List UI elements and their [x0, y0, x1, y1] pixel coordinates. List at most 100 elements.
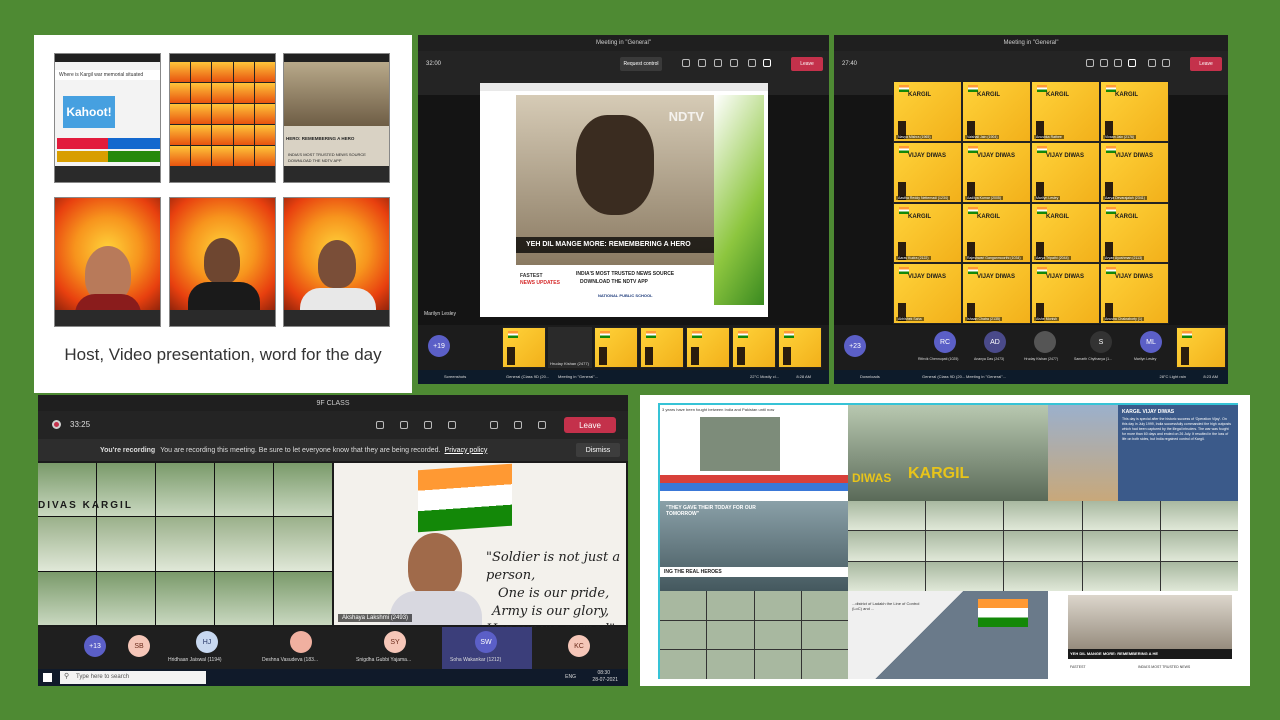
- participant-video: VIJAY DIWAS Aastha Reddy Nettemadi (1234): [893, 141, 962, 203]
- overflow-count[interactable]: +19: [428, 335, 450, 357]
- ndtv-screen: YEH DIL MANGE MORE: REMEMBERING A HE FAS…: [1048, 591, 1238, 679]
- meeting-timer: 27:40: [842, 61, 858, 67]
- soldier-screen: KARGIL DIWAS: [848, 405, 1048, 501]
- people-icon[interactable]: [376, 421, 384, 429]
- search-placeholder: Type here to search: [76, 674, 130, 680]
- participant-tile: [732, 327, 776, 368]
- participant-video: VIJAY DIWAS Anusha Chakraborty (1): [1100, 263, 1169, 324]
- collage-caption: Host, Video presentation, word for the d…: [64, 345, 382, 364]
- chat-icon[interactable]: [400, 421, 408, 429]
- participant-video: [38, 571, 96, 625]
- kahoot-answer-green: [108, 151, 160, 162]
- participant-video: KARGIL Aarya Tripathi (2044): [1031, 202, 1100, 264]
- camera-icon[interactable]: [490, 421, 498, 429]
- shared-video-frame: NDTV YEH DIL MANGE MORE: REMEMBERING A H…: [480, 83, 768, 317]
- avatar: S: [1090, 331, 1112, 353]
- participant-tile: Hruday Kishan (2477): [548, 327, 592, 368]
- date: 28-07-2021: [592, 677, 618, 683]
- mic-icon[interactable]: [514, 421, 522, 429]
- avatar: HJ: [196, 631, 218, 653]
- request-control-button[interactable]: Request control: [620, 57, 662, 71]
- kargil-banner-text: DIVAS KARGIL: [38, 500, 133, 511]
- collage-panel-host: Where is Kargil war memorial situated Ka…: [34, 35, 412, 393]
- participant-video: KARGIL Aarav Kudra (2122): [893, 202, 962, 264]
- mic-icon[interactable]: [1162, 59, 1170, 67]
- kahoot-answer-yellow: [57, 151, 109, 162]
- student-video-2: [169, 197, 276, 327]
- overflow-count[interactable]: +13: [84, 635, 106, 657]
- chat-icon[interactable]: [698, 59, 706, 67]
- participant-video: VIJAY DIWAS Aishe Monish: [1031, 263, 1100, 324]
- clock: 8:28 AM: [796, 374, 811, 379]
- participant-video: [274, 517, 332, 571]
- participant-video: VIJAY DIWAS Aaditya Kumar (2005): [962, 141, 1031, 203]
- kahoot-answer-red: [57, 138, 109, 149]
- avatar: SW: [475, 631, 497, 653]
- avatar: SB: [128, 635, 150, 657]
- avatar: [1034, 331, 1056, 353]
- speaker-name: Akshaya Lakshmi (2493): [338, 614, 413, 622]
- weather-label: 28°C Light rain: [1159, 374, 1186, 379]
- kahoot-question: Where is Kargil war memorial situated: [55, 70, 160, 80]
- more-icon[interactable]: [1128, 59, 1136, 67]
- clock: 8:23 AM: [1203, 374, 1218, 379]
- participant-video: KARGIL Aryan Ayushman (2113): [1100, 202, 1169, 264]
- raise-hand-icon[interactable]: [424, 421, 432, 429]
- leave-button[interactable]: Leave: [564, 417, 616, 433]
- participant-tile: [502, 327, 546, 368]
- avatar: ML: [1140, 331, 1162, 353]
- meeting-toolbar: 33:25 Leave: [38, 411, 628, 439]
- teams-gallery-panel: Meeting in "General" 27:40 Leave KARGIL N…: [834, 35, 1228, 384]
- student-video-3: [283, 197, 390, 327]
- video-gallery: KARGIL Navya Mishra (1965) KARGIL Vaishali…: [893, 81, 1169, 324]
- camera-icon[interactable]: [1148, 59, 1156, 67]
- participant-video: [38, 517, 96, 571]
- participant-video: VIJAY DIWAS Aarya Devarajaiah (2341): [1100, 141, 1169, 203]
- presenter-name: Marilyn Lesley: [424, 311, 456, 317]
- collage-frame: 3 years have been fought between India a…: [658, 403, 1238, 679]
- teams-9f-class-panel: 9F CLASS 33:25 Leave You're recording Yo…: [38, 395, 628, 686]
- avatar: SY: [384, 631, 406, 653]
- video-gallery: [848, 501, 1238, 591]
- speaker-face: [408, 533, 462, 597]
- people-icon[interactable]: [1086, 59, 1094, 67]
- ladakh-screen: ...district of Ladakh the Line of Contro…: [848, 591, 1048, 679]
- participant-tile: [1176, 327, 1226, 368]
- raise-hand-icon[interactable]: [1114, 59, 1122, 67]
- more-icon[interactable]: [730, 59, 738, 67]
- search-icon: ⚲: [64, 673, 70, 680]
- hero-portrait: NDTV YEH DIL MANGE MORE: REMEMBERING A H…: [516, 95, 714, 265]
- dismiss-button[interactable]: Dismiss: [576, 443, 620, 457]
- participant-video: KARGIL Rajeshwari Ganganmoorthi (1034): [962, 202, 1031, 264]
- more-icon[interactable]: [448, 421, 456, 429]
- overflow-count[interactable]: +23: [844, 335, 866, 357]
- taskbar-search[interactable]: ⚲ Type here to search: [60, 671, 206, 684]
- participant-tile: [686, 327, 730, 368]
- weather-label: 22°C Mostly cl...: [750, 374, 779, 379]
- clock: 08:30: [597, 670, 610, 676]
- avatar: KC: [568, 635, 590, 657]
- windows-taskbar: ⚲ Type here to search ENG 08:30 28-07-20…: [38, 669, 628, 686]
- people-icon[interactable]: [682, 59, 690, 67]
- participant-video: KARGIL Anushka Rathee: [1031, 81, 1100, 142]
- raise-hand-icon[interactable]: [714, 59, 722, 67]
- video-headline: YEH DIL MANGE MORE: REMEMBERING A HERO: [516, 237, 714, 253]
- camera-icon[interactable]: [748, 59, 756, 67]
- participant-strip: +19 Hruday Kishan (2477): [418, 325, 829, 370]
- participant-video: [97, 571, 155, 625]
- participant-video: VIJAY DIWAS Ishaan Chatra (2135): [962, 263, 1031, 324]
- ndtv-watermark: NDTV: [668, 109, 704, 124]
- mic-icon[interactable]: [763, 59, 771, 67]
- kahoot-screenshot: Where is Kargil war memorial situated Ka…: [54, 53, 161, 183]
- privacy-policy-link[interactable]: Privacy policy: [445, 447, 488, 454]
- leave-button[interactable]: Leave: [791, 57, 823, 71]
- chat-icon[interactable]: [1100, 59, 1108, 67]
- share-icon[interactable]: [538, 421, 546, 429]
- avatar: AD: [984, 331, 1006, 353]
- info-screen: KARGIL VIJAY DIWAS This day is special a…: [1048, 405, 1238, 501]
- windows-icon[interactable]: [43, 673, 52, 682]
- gallery-screenshot: [169, 53, 276, 183]
- participant-strip: +13 SB HJ Hridhaan Jaiswal (1194) Deshna…: [38, 627, 628, 669]
- record-icon: [52, 420, 61, 429]
- leave-button[interactable]: Leave: [1190, 57, 1222, 71]
